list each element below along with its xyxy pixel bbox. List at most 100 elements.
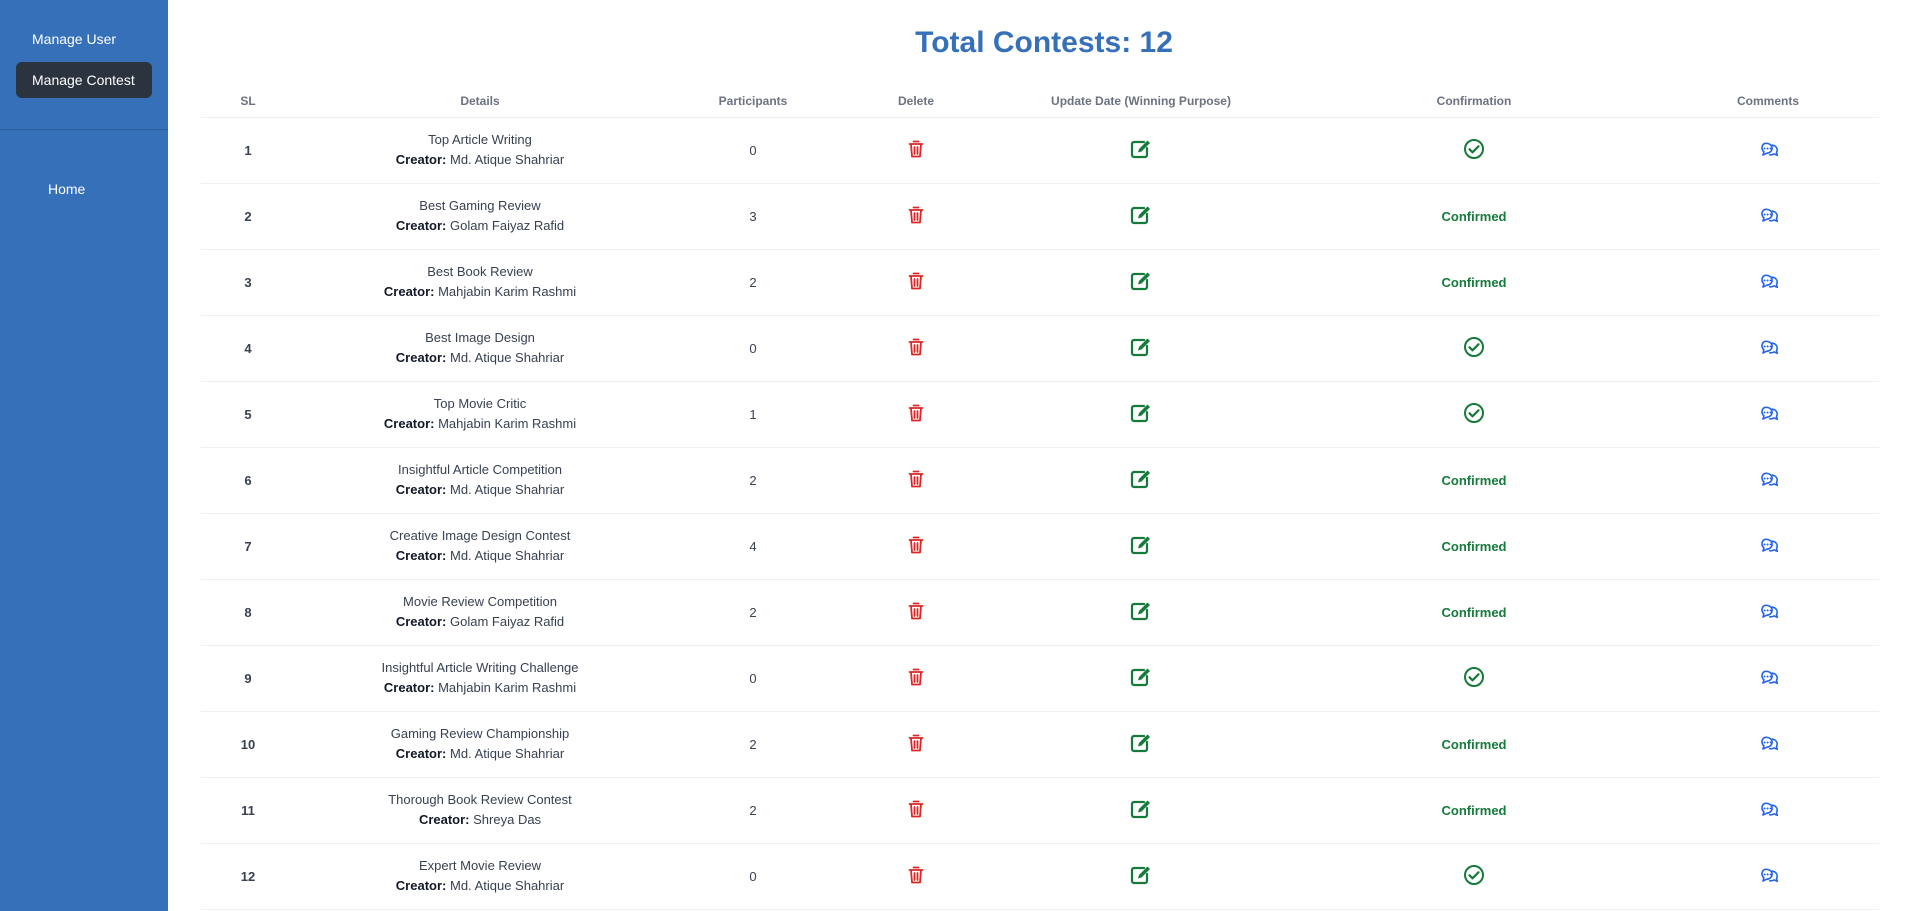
- chat-bubbles-icon[interactable]: [1757, 733, 1779, 756]
- chat-bubbles-icon[interactable]: [1757, 403, 1779, 426]
- check-circle-icon[interactable]: [1463, 138, 1485, 163]
- creator-label: Creator:: [395, 746, 447, 761]
- contest-name: Top Article Writing: [428, 132, 532, 147]
- row-details: Best Book Review Creator: Mahjabin Karim…: [295, 249, 665, 316]
- row-details: Thorough Book Review Contest Creator: Sh…: [295, 777, 665, 844]
- contest-creator: Creator: Md. Atique Shahriar: [295, 876, 665, 896]
- trash-icon[interactable]: [908, 470, 924, 491]
- edit-icon[interactable]: [1130, 601, 1152, 624]
- table-row: 3 Best Book Review Creator: Mahjabin Kar…: [201, 249, 1879, 316]
- row-confirmation: Confirmed: [1291, 249, 1657, 316]
- row-sl: 12: [201, 843, 295, 910]
- sidebar-item-manage-contest[interactable]: Manage Contest: [16, 62, 152, 98]
- edit-icon[interactable]: [1130, 403, 1152, 426]
- trash-icon[interactable]: [908, 206, 924, 227]
- contest-creator: Creator: Mahjabin Karim Rashmi: [295, 282, 665, 302]
- row-details: Insightful Article Writing Challenge Cre…: [295, 645, 665, 712]
- check-circle-icon[interactable]: [1463, 336, 1485, 361]
- table-row: 11 Thorough Book Review Contest Creator:…: [201, 777, 1879, 844]
- row-sl: 5: [201, 381, 295, 448]
- row-details: Best Gaming Review Creator: Golam Faiyaz…: [295, 183, 665, 250]
- row-delete: [841, 645, 991, 712]
- edit-icon[interactable]: [1130, 337, 1152, 360]
- row-confirmation: [1291, 117, 1657, 184]
- sidebar-item-manage-user[interactable]: Manage User: [16, 21, 152, 57]
- row-details: Top Movie Critic Creator: Mahjabin Karim…: [295, 381, 665, 448]
- row-delete: [841, 315, 991, 382]
- trash-icon[interactable]: [908, 272, 924, 293]
- row-sl: 11: [201, 777, 295, 844]
- edit-icon[interactable]: [1130, 271, 1152, 294]
- trash-icon[interactable]: [908, 734, 924, 755]
- chat-bubbles-icon[interactable]: [1757, 469, 1779, 492]
- chat-bubbles-icon[interactable]: [1757, 337, 1779, 360]
- edit-icon[interactable]: [1130, 733, 1152, 756]
- trash-icon[interactable]: [908, 602, 924, 623]
- sidebar-item-home[interactable]: Home: [32, 171, 168, 207]
- contest-creator: Creator: Md. Atique Shahriar: [295, 480, 665, 500]
- row-update-date: [991, 249, 1291, 316]
- trash-icon[interactable]: [908, 668, 924, 689]
- chat-bubbles-icon[interactable]: [1757, 139, 1779, 162]
- table-row: 1 Top Article Writing Creator: Md. Atiqu…: [201, 117, 1879, 184]
- edit-icon[interactable]: [1130, 865, 1152, 888]
- chat-bubbles-icon[interactable]: [1757, 667, 1779, 690]
- row-participants: 2: [665, 777, 841, 844]
- chat-bubbles-icon[interactable]: [1757, 865, 1779, 888]
- table-row: 4 Best Image Design Creator: Md. Atique …: [201, 315, 1879, 382]
- row-delete: [841, 777, 991, 844]
- check-circle-icon[interactable]: [1463, 666, 1485, 691]
- contest-creator: Creator: Mahjabin Karim Rashmi: [295, 678, 665, 698]
- trash-icon[interactable]: [908, 536, 924, 557]
- chat-bubbles-icon[interactable]: [1757, 535, 1779, 558]
- row-sl: 8: [201, 579, 295, 646]
- creator-label: Creator:: [395, 614, 447, 629]
- creator-name: Md. Atique Shahriar: [450, 548, 565, 563]
- row-sl: 6: [201, 447, 295, 514]
- trash-icon[interactable]: [908, 866, 924, 887]
- row-delete: [841, 183, 991, 250]
- row-participants: 1: [665, 381, 841, 448]
- check-circle-icon[interactable]: [1463, 402, 1485, 427]
- edit-icon[interactable]: [1130, 667, 1152, 690]
- trash-icon[interactable]: [908, 140, 924, 161]
- row-details: Creative Image Design Contest Creator: M…: [295, 513, 665, 580]
- edit-icon[interactable]: [1130, 799, 1152, 822]
- column-header-sl: SL: [201, 85, 295, 118]
- contest-creator: Creator: Md. Atique Shahriar: [295, 546, 665, 566]
- trash-icon[interactable]: [908, 338, 924, 359]
- chat-bubbles-icon[interactable]: [1757, 205, 1779, 228]
- row-update-date: [991, 183, 1291, 250]
- row-update-date: [991, 513, 1291, 580]
- creator-label: Creator:: [395, 548, 447, 563]
- row-update-date: [991, 645, 1291, 712]
- row-delete: [841, 381, 991, 448]
- chat-bubbles-icon[interactable]: [1757, 799, 1779, 822]
- edit-icon[interactable]: [1130, 139, 1152, 162]
- row-comments: [1657, 579, 1879, 646]
- row-update-date: [991, 117, 1291, 184]
- column-header-confirmation: Confirmation: [1291, 85, 1657, 118]
- row-comments: [1657, 381, 1879, 448]
- row-participants: 0: [665, 645, 841, 712]
- column-header-details: Details: [295, 85, 665, 118]
- row-sl: 1: [201, 117, 295, 184]
- confirmed-text: Confirmed: [1441, 538, 1507, 554]
- check-circle-icon[interactable]: [1463, 864, 1485, 889]
- row-update-date: [991, 711, 1291, 778]
- row-comments: [1657, 513, 1879, 580]
- row-details: Best Image Design Creator: Md. Atique Sh…: [295, 315, 665, 382]
- trash-icon[interactable]: [908, 404, 924, 425]
- edit-icon[interactable]: [1130, 205, 1152, 228]
- edit-icon[interactable]: [1130, 469, 1152, 492]
- row-delete: [841, 711, 991, 778]
- edit-icon[interactable]: [1130, 535, 1152, 558]
- chat-bubbles-icon[interactable]: [1757, 601, 1779, 624]
- chat-bubbles-icon[interactable]: [1757, 271, 1779, 294]
- row-comments: [1657, 249, 1879, 316]
- row-confirmation: Confirmed: [1291, 183, 1657, 250]
- row-sl: 2: [201, 183, 295, 250]
- row-delete: [841, 513, 991, 580]
- trash-icon[interactable]: [908, 800, 924, 821]
- creator-name: Golam Faiyaz Rafid: [450, 218, 565, 233]
